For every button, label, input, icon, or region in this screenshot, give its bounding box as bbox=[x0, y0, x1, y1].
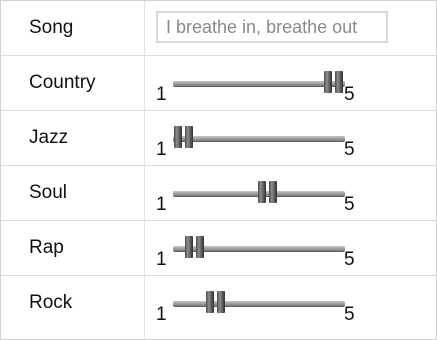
slider-track-rock[interactable] bbox=[173, 301, 345, 306]
slider-thumb-soul[interactable] bbox=[257, 181, 278, 203]
slider-thumb-rap[interactable] bbox=[184, 236, 205, 258]
slider-max-label: 5 bbox=[344, 194, 355, 215]
slider-max-label: 5 bbox=[344, 249, 355, 270]
slider-row-jazz: Jazz 1 5 bbox=[1, 111, 436, 166]
genre-label-rap: Rap bbox=[29, 237, 64, 258]
slider-thumb-country[interactable] bbox=[324, 71, 344, 93]
slider-track-country[interactable] bbox=[173, 81, 345, 86]
genre-label-jazz: Jazz bbox=[29, 127, 69, 148]
slider-thumb-rock[interactable] bbox=[206, 291, 226, 313]
slider-thumb-jazz[interactable] bbox=[173, 126, 194, 148]
slider-max-label: 5 bbox=[344, 84, 355, 105]
song-row: Song bbox=[1, 1, 436, 56]
slider-min-label: 1 bbox=[156, 139, 167, 160]
slider-row-country: Country 1 5 bbox=[1, 56, 436, 111]
slider-row-rock: Rock 1 5 bbox=[1, 276, 436, 330]
slider-row-soul: Soul 1 5 bbox=[1, 166, 436, 221]
slider-max-label: 5 bbox=[344, 304, 355, 325]
song-input[interactable] bbox=[156, 11, 388, 43]
slider-row-rap: Rap 1 5 bbox=[1, 221, 436, 276]
genre-label-country: Country bbox=[29, 72, 96, 93]
genre-rating-form: Song Country 1 5 Jazz 1 5 Soul 1 5 Rap 1… bbox=[0, 0, 437, 340]
slider-track-jazz[interactable] bbox=[173, 136, 345, 141]
song-label: Song bbox=[29, 17, 74, 38]
slider-min-label: 1 bbox=[156, 84, 167, 105]
slider-min-label: 1 bbox=[156, 194, 167, 215]
slider-max-label: 5 bbox=[344, 139, 355, 160]
slider-min-label: 1 bbox=[156, 249, 167, 270]
slider-min-label: 1 bbox=[156, 304, 167, 325]
genre-label-rock: Rock bbox=[29, 292, 73, 313]
genre-label-soul: Soul bbox=[29, 182, 68, 203]
